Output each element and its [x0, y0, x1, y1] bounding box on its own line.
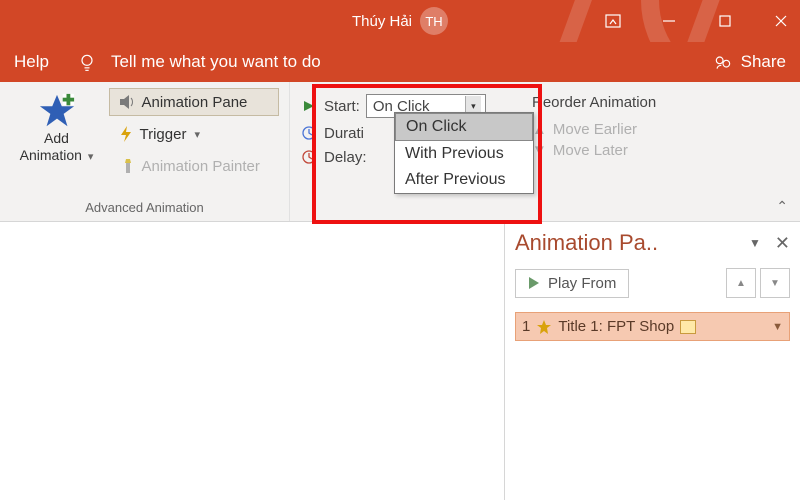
start-dropdown[interactable]: On Click With Previous After Previous	[394, 112, 534, 194]
add-animation-label1: Add	[44, 130, 69, 147]
down-triangle-icon: ▼	[770, 278, 780, 289]
animation-pane-button[interactable]: Animation Pane	[109, 88, 279, 116]
play-from-button[interactable]: Play From	[515, 269, 629, 298]
delay-label: Delay:	[324, 149, 367, 166]
animation-painter-label: Animation Painter	[142, 158, 260, 175]
start-option-afterprev[interactable]: After Previous	[395, 167, 533, 193]
item-index: 1	[522, 318, 530, 335]
collapse-ribbon-icon[interactable]: ⌃	[776, 198, 788, 215]
share-button[interactable]: Share	[713, 52, 786, 72]
bolt-icon	[118, 125, 134, 143]
down-arrow-icon: ▼	[532, 142, 547, 159]
username: Thúy Hải	[352, 13, 412, 30]
add-animation-label2: Animation	[20, 147, 82, 163]
minimize-icon[interactable]	[658, 10, 680, 32]
play-icon	[528, 276, 540, 290]
start-option-withprev[interactable]: With Previous	[395, 141, 533, 167]
chevron-down-icon: ▾	[194, 128, 200, 141]
share-label: Share	[741, 52, 786, 72]
ribbon-display-options-icon[interactable]	[602, 10, 624, 32]
lightbulb-icon	[77, 52, 97, 72]
star-icon	[536, 319, 552, 335]
user-area: Thúy Hải TH	[352, 7, 448, 35]
add-animation-icon	[38, 92, 76, 130]
speaker-icon	[118, 93, 136, 111]
maximize-icon[interactable]	[714, 10, 736, 32]
add-animation-button[interactable]: Add Animation ▾	[11, 88, 103, 164]
item-label: Title 1: FPT Shop	[558, 318, 674, 335]
delay-icon	[300, 148, 318, 166]
group-label-advanced: Advanced Animation	[85, 200, 204, 219]
play-from-label: Play From	[548, 275, 616, 292]
reorder-header: Reorder Animation	[532, 94, 656, 111]
clock-icon	[300, 124, 318, 142]
help-bar: Help Tell me what you want to do Share	[0, 42, 800, 82]
trigger-button[interactable]: Trigger ▾	[109, 120, 279, 148]
share-icon	[713, 52, 733, 72]
animation-pane-panel: Animation Pa.. ▼ ✕ Play From ▲ ▼ 1 Title…	[504, 222, 800, 500]
start-label: Start:	[324, 98, 360, 115]
play-icon	[300, 97, 318, 115]
chevron-down-icon: ▾	[88, 151, 94, 163]
pane-menu-icon[interactable]: ▼	[749, 236, 761, 250]
up-arrow-icon: ▲	[532, 121, 547, 138]
start-option-onclick[interactable]: On Click	[395, 113, 533, 141]
move-earlier-button: ▲ Move Earlier	[532, 121, 656, 138]
brush-icon	[118, 157, 136, 175]
animation-painter-button: Animation Painter	[109, 152, 279, 180]
ribbon: Add Animation ▾ Animation Pane Trigger ▾…	[0, 82, 800, 222]
trigger-label: Trigger	[140, 126, 187, 143]
close-icon[interactable]	[770, 10, 792, 32]
tell-me-search[interactable]: Tell me what you want to do	[77, 52, 321, 72]
duration-label: Durati	[324, 125, 364, 142]
up-triangle-icon: ▲	[736, 278, 746, 289]
animation-list-item[interactable]: 1 Title 1: FPT Shop ▼	[515, 312, 790, 341]
move-up-button[interactable]: ▲	[726, 268, 756, 298]
animation-pane-label: Animation Pane	[142, 94, 248, 111]
move-down-button[interactable]: ▼	[760, 268, 790, 298]
pane-title: Animation Pa..	[515, 230, 658, 256]
help-tab[interactable]: Help	[14, 52, 49, 72]
pane-close-icon[interactable]: ✕	[775, 233, 790, 254]
user-avatar[interactable]: TH	[420, 7, 448, 35]
move-later-button: ▼ Move Later	[532, 142, 656, 159]
timeline-bar	[680, 320, 696, 334]
tell-me-label: Tell me what you want to do	[111, 52, 321, 72]
move-earlier-label: Move Earlier	[553, 121, 637, 138]
title-bar: Thúy Hải TH	[0, 0, 800, 42]
item-dropdown-icon[interactable]: ▼	[772, 321, 783, 333]
move-later-label: Move Later	[553, 142, 628, 159]
